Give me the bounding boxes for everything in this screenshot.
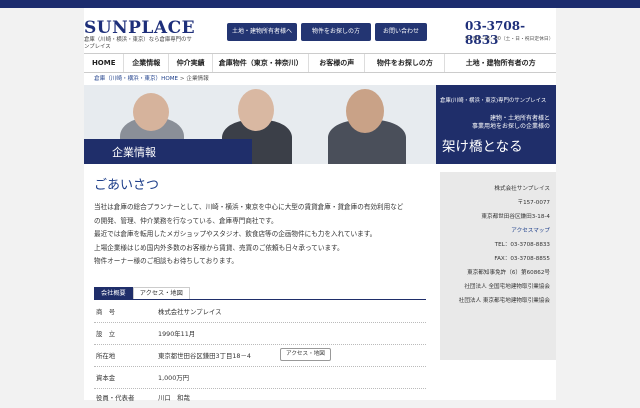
company-tabs: 会社概要 アクセス・地図 bbox=[94, 287, 190, 299]
hero-title-band: 企業情報 bbox=[84, 139, 252, 164]
sidebar-zip: 〒157-0077 bbox=[517, 200, 550, 206]
hero-line-2: 事業用地をお探しの企業様の bbox=[471, 123, 550, 130]
person-head-3 bbox=[346, 89, 384, 133]
greeting-text: 当社は倉庫の総合プランナーとして、川崎・横浜・東京を中心に大型の賃貸倉庫・貸倉庫… bbox=[94, 201, 429, 269]
owner-button[interactable]: 土地・建物所有者様へ bbox=[227, 23, 297, 41]
top-accent-bar bbox=[0, 0, 640, 8]
row-key: 役員・代表者 bbox=[96, 394, 135, 402]
row-key: 所在地 bbox=[96, 352, 116, 360]
main-nav: HOME 企業情報 仲介実績 倉庫物件（東京・神奈川） お客様の声 物件をお探し… bbox=[84, 53, 556, 73]
sidebar-fax: FAX：03-3708-8855 bbox=[494, 256, 550, 262]
business-hours: 9：00〜18：00（土・日・祝日定休日） bbox=[465, 37, 554, 42]
breadcrumb: 倉庫（川崎・横浜・東京）HOME > 企業情報 bbox=[94, 74, 209, 82]
breadcrumb-home-link[interactable]: 倉庫（川崎・横浜・東京）HOME bbox=[94, 76, 178, 82]
property-search-button[interactable]: 物件をお探しの方 bbox=[301, 23, 371, 41]
hero-tag: 倉庫(川崎・横浜・東京)専門のサンプレイス bbox=[440, 98, 547, 104]
hero-title: 企業情報 bbox=[112, 146, 156, 159]
sidebar-access-link[interactable]: アクセスマップ bbox=[511, 226, 550, 234]
greeting-line: 物件オーナー様のご相談もお待ちしております。 bbox=[94, 257, 239, 265]
table-row: 役員・代表者 川口 和哉 bbox=[94, 386, 426, 408]
nav-owners[interactable]: 土地・建物所有者の方 bbox=[445, 54, 556, 72]
person-head-1 bbox=[133, 93, 169, 131]
breadcrumb-current: 企業情報 bbox=[186, 76, 209, 82]
row-key: 設 立 bbox=[96, 330, 116, 338]
greeting-line: 上場企業様はじめ国内外多数のお客様から賃貸、売買のご依頼も日々承っています。 bbox=[94, 243, 344, 252]
table-row: 所在地 東京都世田谷区鎌田3丁目18－4 アクセス・地図 bbox=[94, 344, 426, 367]
sidebar-company: 株式会社サンプレイス bbox=[494, 186, 550, 192]
greeting-line: 当社は倉庫の総合プランナーとして、川崎・横浜・東京を中心に大型の賃貸倉庫・貸倉庫… bbox=[94, 203, 404, 211]
hero-banner: 企業情報 倉庫(川崎・横浜・東京)専門のサンプレイス 建物・土地所有者様と 事業… bbox=[84, 85, 556, 164]
nav-company[interactable]: 企業情報 bbox=[124, 54, 169, 72]
nav-home[interactable]: HOME bbox=[84, 54, 125, 72]
logo-tagline: 倉庫（川崎・横浜・東京）なら倉庫専門のサンプレイス bbox=[84, 37, 192, 50]
hero-subtext: 建物・土地所有者様と 事業用地をお探しの企業様の bbox=[452, 115, 550, 131]
greeting-title: ごあいさつ bbox=[94, 178, 160, 193]
hero-line-1: 建物・土地所有者様と bbox=[489, 115, 550, 122]
hero-headline: 架け橋となる bbox=[442, 139, 523, 155]
nav-properties[interactable]: 倉庫物件（東京・神奈川） bbox=[213, 54, 310, 72]
nav-seekers[interactable]: 物件をお探しの方 bbox=[365, 54, 446, 72]
sidebar-tel: TEL：03-3708-8833 bbox=[494, 242, 550, 248]
tab-company-overview[interactable]: 会社概要 bbox=[94, 287, 133, 299]
row-key: 資本金 bbox=[96, 374, 116, 382]
row-value: 川口 和哉 bbox=[158, 394, 190, 402]
row-key: 商 号 bbox=[96, 308, 116, 316]
sidebar-association-1: 社団法人 全国宅地建物取引業協会 bbox=[464, 284, 550, 290]
person-head-2 bbox=[238, 89, 274, 131]
phone-number[interactable]: 03-3708-8833 bbox=[465, 19, 555, 47]
row-value: 東京都世田谷区鎌田3丁目18－4 bbox=[158, 352, 251, 360]
row-value: 1,000万円 bbox=[158, 374, 190, 382]
nav-results[interactable]: 仲介実績 bbox=[169, 54, 214, 72]
sidebar-association-2: 社団法人 東京都宅地建物取引業協会 bbox=[458, 298, 550, 304]
greeting-line: の開発、管理、仲介業務を行なっている、倉庫専門商社です。 bbox=[94, 216, 278, 225]
sidebar-address: 東京都世田谷区鎌田3-18-4 bbox=[481, 214, 550, 220]
company-info-sidebar: 株式会社サンプレイス 〒157-0077 東京都世田谷区鎌田3-18-4 アクセ… bbox=[440, 172, 556, 360]
greeting-line: 最近では倉庫を転用したメガショップやスタジオ、飲食店等の企画物件にも力を入れてい… bbox=[94, 230, 377, 238]
table-row: 設 立 1990年11月 bbox=[94, 322, 426, 345]
sidebar-license: 東京都知事免許（6）第60862号 bbox=[467, 270, 550, 276]
row-value: 株式会社サンプレイス bbox=[158, 308, 222, 316]
table-row: 商 号 株式会社サンプレイス bbox=[94, 300, 426, 323]
nav-voices[interactable]: お客様の声 bbox=[309, 54, 366, 72]
contact-button[interactable]: お問い合わせ bbox=[375, 23, 427, 41]
page-container: SUNPLACE 倉庫（川崎・横浜・東京）なら倉庫専門のサンプレイス 土地・建物… bbox=[84, 8, 556, 402]
hero-tagline-panel: 倉庫(川崎・横浜・東京)専門のサンプレイス 建物・土地所有者様と 事業用地をお探… bbox=[436, 85, 556, 164]
access-map-button[interactable]: アクセス・地図 bbox=[280, 348, 331, 361]
logo[interactable]: SUNPLACE bbox=[84, 19, 195, 37]
row-value: 1990年11月 bbox=[158, 330, 196, 338]
tab-access-map[interactable]: アクセス・地図 bbox=[132, 287, 190, 299]
